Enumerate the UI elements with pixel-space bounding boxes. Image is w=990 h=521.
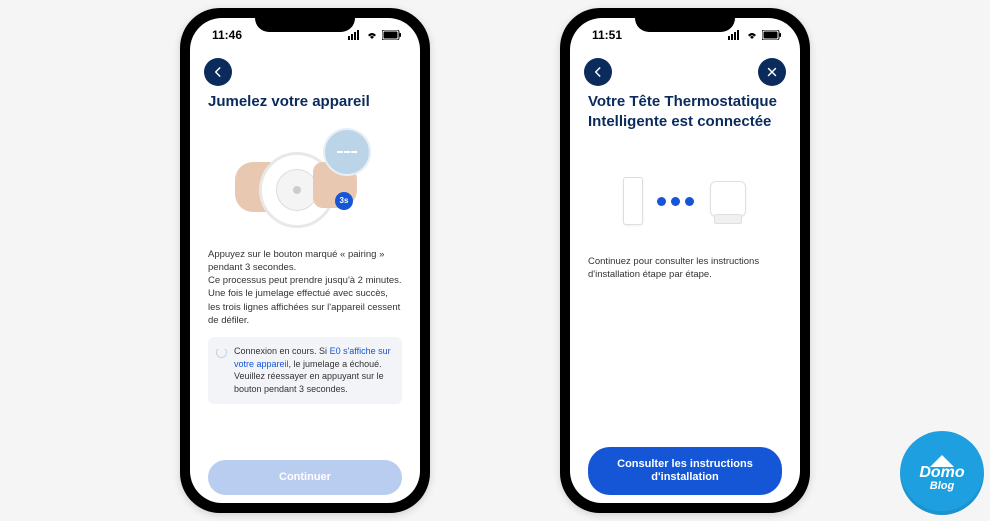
status-indicators <box>728 30 782 40</box>
content-area: Jumelez votre appareil 3s Appuyez sur le… <box>190 92 420 503</box>
connected-illustration <box>588 171 782 231</box>
watermark-line1: Domo <box>919 465 964 481</box>
duration-badge: 3s <box>335 192 353 210</box>
status-indicators <box>348 30 402 40</box>
phone-mockup-connected: 11:51 Votre Tête Thermostatique Intellig… <box>560 8 810 513</box>
cellular-icon <box>348 30 362 40</box>
battery-icon <box>762 30 782 40</box>
back-button[interactable] <box>204 58 232 86</box>
nav-bar <box>190 52 420 92</box>
back-button[interactable] <box>584 58 612 86</box>
screen-connected: 11:51 Votre Tête Thermostatique Intellig… <box>570 18 800 503</box>
wifi-icon <box>365 30 379 40</box>
phone-notch <box>255 8 355 32</box>
chevron-left-icon <box>211 65 225 79</box>
wifi-icon <box>745 30 759 40</box>
page-title: Votre Tête Thermostatique Intelligente e… <box>588 92 782 131</box>
status-time: 11:46 <box>212 28 242 42</box>
thermostatic-valve-icon <box>708 181 748 221</box>
page-title: Jumelez votre appareil <box>208 92 402 112</box>
phone-notch <box>635 8 735 32</box>
phone-mockup-pairing: 11:46 Jumelez votre appareil 3s Appuyez <box>180 8 430 513</box>
domoblog-watermark: Domo Blog <box>900 431 984 515</box>
view-instructions-button[interactable]: Consulter les instructions d'installatio… <box>588 447 782 495</box>
continue-button[interactable]: Continuer <box>208 460 402 495</box>
status-time: 11:51 <box>592 28 622 42</box>
watermark-line2: Blog <box>930 481 954 492</box>
pairing-illustration: 3s <box>235 128 375 238</box>
info-text-prefix: Connexion en cours. Si <box>234 346 330 356</box>
battery-icon <box>382 30 402 40</box>
connection-dots-icon <box>657 197 694 206</box>
info-box: Connexion en cours. Si E0 s'affiche sur … <box>208 337 402 403</box>
close-icon <box>765 65 779 79</box>
description-text: Continuez pour consulter les instruction… <box>588 255 782 282</box>
chevron-left-icon <box>591 65 605 79</box>
zoom-indicator-icon <box>323 128 371 176</box>
content-area: Votre Tête Thermostatique Intelligente e… <box>570 92 800 503</box>
nav-bar <box>570 52 800 92</box>
spinner-icon <box>216 347 227 358</box>
cellular-icon <box>728 30 742 40</box>
screen-pairing: 11:46 Jumelez votre appareil 3s Appuyez <box>190 18 420 503</box>
close-button[interactable] <box>758 58 786 86</box>
relay-icon <box>623 177 643 225</box>
description-text: Appuyez sur le bouton marqué « pairing »… <box>208 248 402 328</box>
